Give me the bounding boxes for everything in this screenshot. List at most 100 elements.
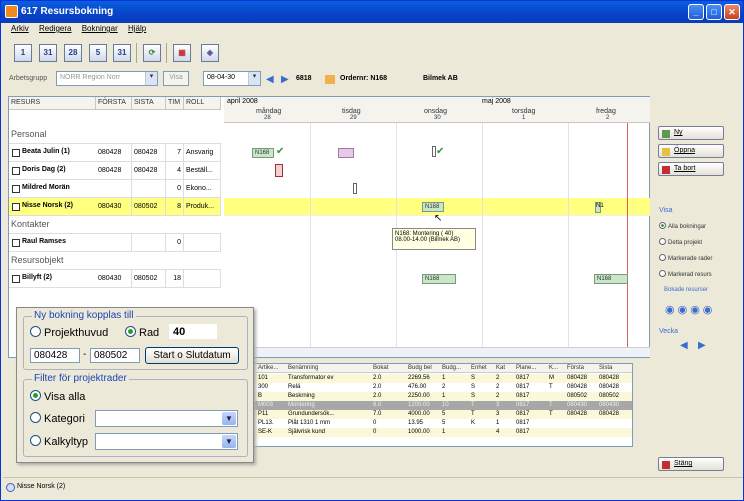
visa-button[interactable]: Visa	[163, 71, 189, 86]
col-bokat[interactable]: Bokat	[373, 365, 388, 371]
sista-cell	[132, 180, 166, 198]
end-date-input[interactable]: 080502	[90, 348, 140, 363]
menu-bokningar[interactable]: Bokningar	[82, 24, 118, 33]
col-budg-bel[interactable]: Budg bel	[408, 365, 432, 371]
radio-kategori[interactable]: Kategori	[30, 412, 85, 425]
workweek-view-icon[interactable]: 5	[89, 44, 107, 62]
col-enhet[interactable]: Enhet	[471, 365, 487, 371]
next-arrow-icon[interactable]: ▶	[281, 74, 289, 85]
table-row[interactable]: M003 Montering 6.0 1200.00 10 T 3 0817 T 080430 08…	[254, 401, 632, 410]
app-window: 617 Resursbokning _ □ ✕ Arkiv Redigera B…	[0, 0, 744, 501]
day-divider	[568, 123, 569, 357]
col-benamning[interactable]: Benämning	[288, 365, 318, 371]
col-kat[interactable]: Kat	[496, 365, 505, 371]
radio-detta-projekt[interactable]: Detta projekt	[659, 238, 702, 246]
new-button-label: Ny	[674, 129, 683, 136]
col-forsta[interactable]: FÖRSTA	[96, 97, 132, 110]
booking-bar[interactable]: N168	[594, 274, 628, 284]
row-checkbox[interactable]	[12, 275, 20, 283]
row-checkbox[interactable]	[12, 185, 20, 193]
col-tim[interactable]: TIM	[166, 97, 184, 110]
table-row[interactable]: P11 Grundundersök... 7.0 4000.00 5 T 3 0817 T 080…	[254, 410, 632, 419]
delete-button[interactable]: Ta bort	[658, 162, 724, 176]
menu-redigera[interactable]: Redigera	[39, 24, 71, 33]
col-k[interactable]: K...	[549, 365, 558, 371]
close-panel-button[interactable]: Stäng	[658, 457, 724, 471]
status-bar: Nisse Norsk (2)	[3, 477, 743, 499]
table-row[interactable]: B Beskrning 2.0 2250.00 1 S 2 0817 080502 080502	[254, 392, 632, 401]
day-view-icon[interactable]: 1	[14, 44, 32, 62]
close-button[interactable]: ✕	[724, 4, 740, 20]
table-row[interactable]: PL13. Plåt 1310 1 mm 0 13.95 5 K 1 0817	[254, 419, 632, 428]
table-cell: 080428	[599, 384, 620, 390]
open-button[interactable]: Öppna	[658, 144, 724, 158]
date-select[interactable]: 08-04-30 ▾	[203, 71, 261, 86]
col-forsta[interactable]: Första	[567, 365, 584, 371]
prev-week-icon[interactable]: ◀	[680, 340, 688, 351]
maximize-button[interactable]: □	[706, 4, 722, 20]
radio-kalkyltyp[interactable]: Kalkyltyp	[30, 435, 88, 448]
table-row[interactable]: 101 Transformator ev 2.0 2269.56 1 S 2 0817 M 080…	[254, 374, 632, 383]
kategori-select[interactable]: ▼	[95, 410, 238, 427]
resource-row[interactable]: Doris Dag (2) 080428 080428 4 Beställ...	[9, 162, 221, 180]
col-budg[interactable]: Budg...	[442, 365, 461, 371]
radio-visa-alla[interactable]: Visa alla	[30, 390, 85, 403]
menu-hjalp[interactable]: Hjälp	[128, 24, 146, 33]
calendar-icon[interactable]: ▦	[173, 44, 191, 62]
menu-arkiv[interactable]: Arkiv	[11, 24, 29, 33]
kalkyltyp-select[interactable]: ▼	[95, 433, 238, 450]
row-checkbox[interactable]	[12, 203, 20, 211]
booking-bar[interactable]: N168	[422, 274, 456, 284]
col-roll[interactable]: ROLL	[184, 97, 221, 110]
table-cell: 10	[442, 402, 449, 408]
month-view-icon[interactable]: 31	[113, 44, 131, 62]
radio-markerade-rader[interactable]: Markerade rader	[659, 254, 712, 262]
toolbar: 1 31 28 5 31 ⟳ ▦ ◈	[3, 41, 743, 67]
col-artikel[interactable]: Artike...	[258, 365, 278, 371]
booking-bar[interactable]: N1	[595, 202, 604, 213]
day-number: 1	[522, 115, 526, 121]
booking-bar[interactable]: N168	[252, 148, 274, 158]
resource-row[interactable]: Raul Ramses 0	[9, 234, 221, 252]
start-slut-button[interactable]: Start o Slutdatum	[145, 347, 239, 364]
table-cell: Självrisk kund	[288, 429, 326, 435]
chevron-down-icon: ▾	[248, 72, 260, 85]
radio-markerad-resurs[interactable]: Markerad resurs	[659, 270, 712, 278]
week-view-icon[interactable]: 31	[39, 44, 57, 62]
row-checkbox[interactable]	[12, 149, 20, 157]
horizontal-scrollbar[interactable]	[224, 347, 650, 357]
resource-row[interactable]: Beata Julin (1) 080428 080428 7 Ansvarig	[9, 144, 221, 162]
col-sista[interactable]: SISTA	[132, 97, 166, 110]
row-checkbox[interactable]	[12, 167, 20, 175]
table-row[interactable]: SE-K Självrisk kund 0 1000.00 1 4 0817	[254, 428, 632, 437]
resource-row[interactable]: Mildred Morän 0 Ekono...	[9, 180, 221, 198]
table-row[interactable]: 300 Relä 2.0 476.00 2 S 2 0817 T 080428 080428	[254, 383, 632, 392]
day-divider	[310, 123, 311, 357]
today-line	[627, 123, 628, 357]
row-checkbox[interactable]	[12, 239, 20, 247]
prev-arrow-icon[interactable]: ◀	[266, 74, 274, 85]
col-plane[interactable]: Plane...	[516, 365, 536, 371]
next-week-icon[interactable]: ▶	[698, 340, 706, 351]
col-resurs[interactable]: RESURS	[9, 97, 96, 110]
start-date-input[interactable]: 080428	[30, 348, 80, 363]
resource-nav-icons[interactable]: ◉◉◉◉	[665, 303, 715, 316]
forsta-cell: 080428	[96, 162, 132, 180]
radio-alla-bokningar[interactable]: Alla bokningar	[659, 222, 706, 230]
resource-row[interactable]: Billyft (2) 080430 080502 18	[9, 270, 221, 288]
two-week-view-icon[interactable]: 28	[64, 44, 82, 62]
booking-bar[interactable]	[338, 148, 354, 158]
radio-projekthuvud[interactable]: Projekthuvud	[30, 326, 108, 339]
eraser-icon[interactable]: ◈	[201, 44, 219, 62]
booking-marker[interactable]	[353, 183, 357, 194]
booking-marker[interactable]	[275, 164, 283, 177]
minimize-button[interactable]: _	[688, 4, 704, 20]
rad-input[interactable]: 40	[169, 324, 217, 339]
new-button[interactable]: Ny	[658, 126, 724, 140]
col-sista[interactable]: Sista	[599, 365, 612, 371]
resource-row-selected[interactable]: Nisse Norsk (2) 080430 080502 8 Produk..…	[9, 198, 221, 216]
booking-bar[interactable]: N168	[422, 202, 444, 212]
arbetsgrupp-select[interactable]: NORR Region Norr ▾	[56, 71, 158, 86]
refresh-icon[interactable]: ⟳	[143, 44, 161, 62]
radio-rad[interactable]: Rad	[125, 326, 159, 339]
